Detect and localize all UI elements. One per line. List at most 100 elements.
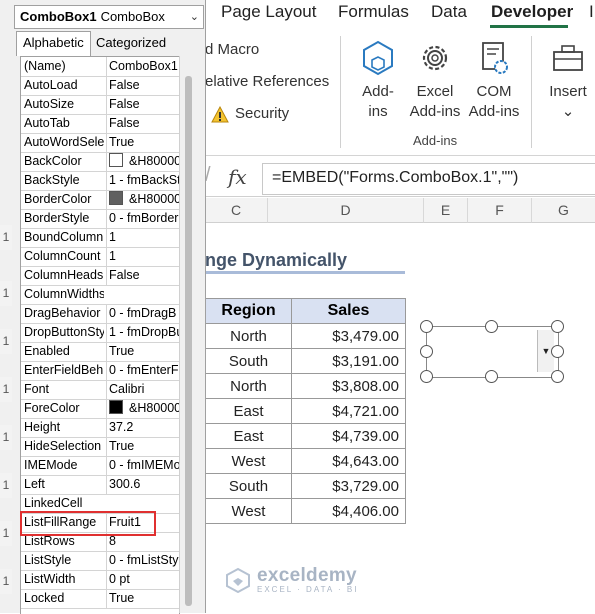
property-row[interactable]: ColumnWidths [21,285,179,305]
property-row[interactable]: (Name) ComboBox1 [21,57,179,77]
property-row[interactable]: AutoSize False [21,95,179,115]
object-selector[interactable]: ComboBox1 ComboBox ⌄ [14,5,204,29]
scrollbar-thumb[interactable] [185,76,192,606]
region-cell[interactable]: South [205,473,292,499]
property-value[interactable]: 0 - fmBorder [106,209,179,228]
record-macro-button[interactable]: d Macro [205,41,259,58]
property-row[interactable]: ForeColor &H80000 [21,399,179,419]
property-value[interactable]: &H80000 [106,152,179,171]
com-add-ins-button[interactable]: COM Add-ins [466,40,522,122]
function-fx-icon[interactable]: fx [228,165,247,189]
relative-references-button[interactable]: elative References [205,73,329,90]
region-cell[interactable]: West [205,448,292,474]
sales-cell[interactable]: $4,721.00 [291,398,406,424]
resize-handle[interactable] [420,370,433,383]
tab-overflow[interactable]: I [589,2,594,22]
property-value[interactable]: False [106,114,179,133]
property-value[interactable]: False [106,266,179,285]
property-row[interactable]: Locked True [21,589,179,609]
sales-cell[interactable]: $3,191.00 [291,348,406,374]
property-value[interactable]: 0 - fmDragB [106,304,179,323]
sales-cell[interactable]: $4,643.00 [291,448,406,474]
resize-handle[interactable] [420,320,433,333]
property-row[interactable]: BackColor &H80000 [21,152,179,172]
resize-handle[interactable] [420,345,433,358]
table-header-region[interactable]: Region [205,298,292,324]
property-grid-scrollbar[interactable] [179,56,197,613]
property-value[interactable]: True [106,589,179,608]
property-row[interactable]: BackStyle 1 - fmBackSt [21,171,179,191]
tab-page-layout[interactable]: Page Layout [221,2,316,22]
property-value[interactable]: 37.2 [106,418,179,437]
property-row[interactable]: DropButtonSty 1 - fmDropBu [21,323,179,343]
tab-formulas[interactable]: Formulas [338,2,409,22]
property-row[interactable]: DragBehavior 0 - fmDragB [21,304,179,324]
sales-cell[interactable]: $4,406.00 [291,498,406,524]
region-cell[interactable]: East [205,398,292,424]
property-row[interactable]: BorderStyle 0 - fmBorder [21,209,179,229]
property-value[interactable]: &H80000 [106,190,179,209]
region-cell[interactable]: North [205,373,292,399]
property-row[interactable]: Font Calibri [21,380,179,400]
chevron-down-icon[interactable]: ⌄ [190,6,199,28]
property-value[interactable]: 0 - fmListSty [106,551,179,570]
property-row[interactable]: AutoWordSele True [21,133,179,153]
property-row[interactable]: ListStyle 0 - fmListSty [21,551,179,571]
property-value[interactable]: False [106,95,179,114]
property-row[interactable]: EnterFieldBeh 0 - fmEnterF [21,361,179,381]
insert-controls-button[interactable]: Insert ⌄ [545,40,591,122]
add-ins-button[interactable]: Add- ins [358,40,398,122]
tab-data[interactable]: Data [431,2,467,22]
tab-categorized[interactable]: Categorized [90,32,172,54]
sales-cell[interactable]: $3,479.00 [291,323,406,349]
property-row[interactable]: HideSelection True [21,437,179,457]
property-row[interactable]: IMEMode 0 - fmIMEMo [21,456,179,476]
column-header-d[interactable]: D [268,198,424,223]
region-cell[interactable]: West [205,498,292,524]
property-row[interactable]: AutoLoad False [21,76,179,96]
property-row[interactable]: BorderColor &H80000 [21,190,179,210]
tab-developer[interactable]: Developer [491,2,573,22]
property-value[interactable]: True [106,342,179,361]
resize-handle[interactable] [485,320,498,333]
property-value[interactable]: 1 [106,247,179,266]
resize-handle[interactable] [551,345,564,358]
resize-handle[interactable] [485,370,498,383]
region-cell[interactable]: South [205,348,292,374]
sales-cell[interactable]: $3,808.00 [291,373,406,399]
resize-handle[interactable] [551,320,564,333]
column-header-g[interactable]: G [532,198,595,223]
property-row[interactable]: Enabled True [21,342,179,362]
property-value[interactable]: 300.6 [106,475,179,494]
property-value[interactable]: 1 [106,228,179,247]
property-value[interactable]: 0 - fmEnterF [106,361,179,380]
property-row[interactable]: BoundColumn 1 [21,228,179,248]
tab-alphabetic[interactable]: Alphabetic [16,31,91,56]
sales-cell[interactable]: $4,739.00 [291,423,406,449]
region-cell[interactable]: North [205,323,292,349]
property-value[interactable]: 0 - fmIMEMo [106,456,179,475]
property-row[interactable]: Height 37.2 [21,418,179,438]
property-row[interactable]: Left 300.6 [21,475,179,495]
property-value[interactable]: False [106,76,179,95]
sales-cell[interactable]: $3,729.00 [291,473,406,499]
column-header-f[interactable]: F [468,198,532,223]
property-value[interactable]: 1 - fmDropBu [106,323,179,342]
region-cell[interactable]: East [205,423,292,449]
column-header-c[interactable]: C [205,198,268,223]
property-value[interactable]: True [106,133,179,152]
property-row[interactable]: ListWidth 0 pt [21,570,179,590]
property-value[interactable]: True [106,437,179,456]
macro-security-button[interactable]: Security [235,105,289,122]
property-value[interactable]: ComboBox1 [106,57,179,76]
resize-handle[interactable] [551,370,564,383]
property-value[interactable]: &H80000 [106,399,179,418]
property-value[interactable]: 1 - fmBackSt [106,171,179,190]
property-row[interactable]: ColumnCount 1 [21,247,179,267]
column-header-e[interactable]: E [424,198,468,223]
property-row[interactable]: AutoTab False [21,114,179,134]
table-header-sales[interactable]: Sales [291,298,406,324]
property-value[interactable]: 0 pt [106,570,179,589]
excel-add-ins-button[interactable]: Excel Add-ins [406,40,464,122]
property-value[interactable]: Calibri [106,380,179,399]
